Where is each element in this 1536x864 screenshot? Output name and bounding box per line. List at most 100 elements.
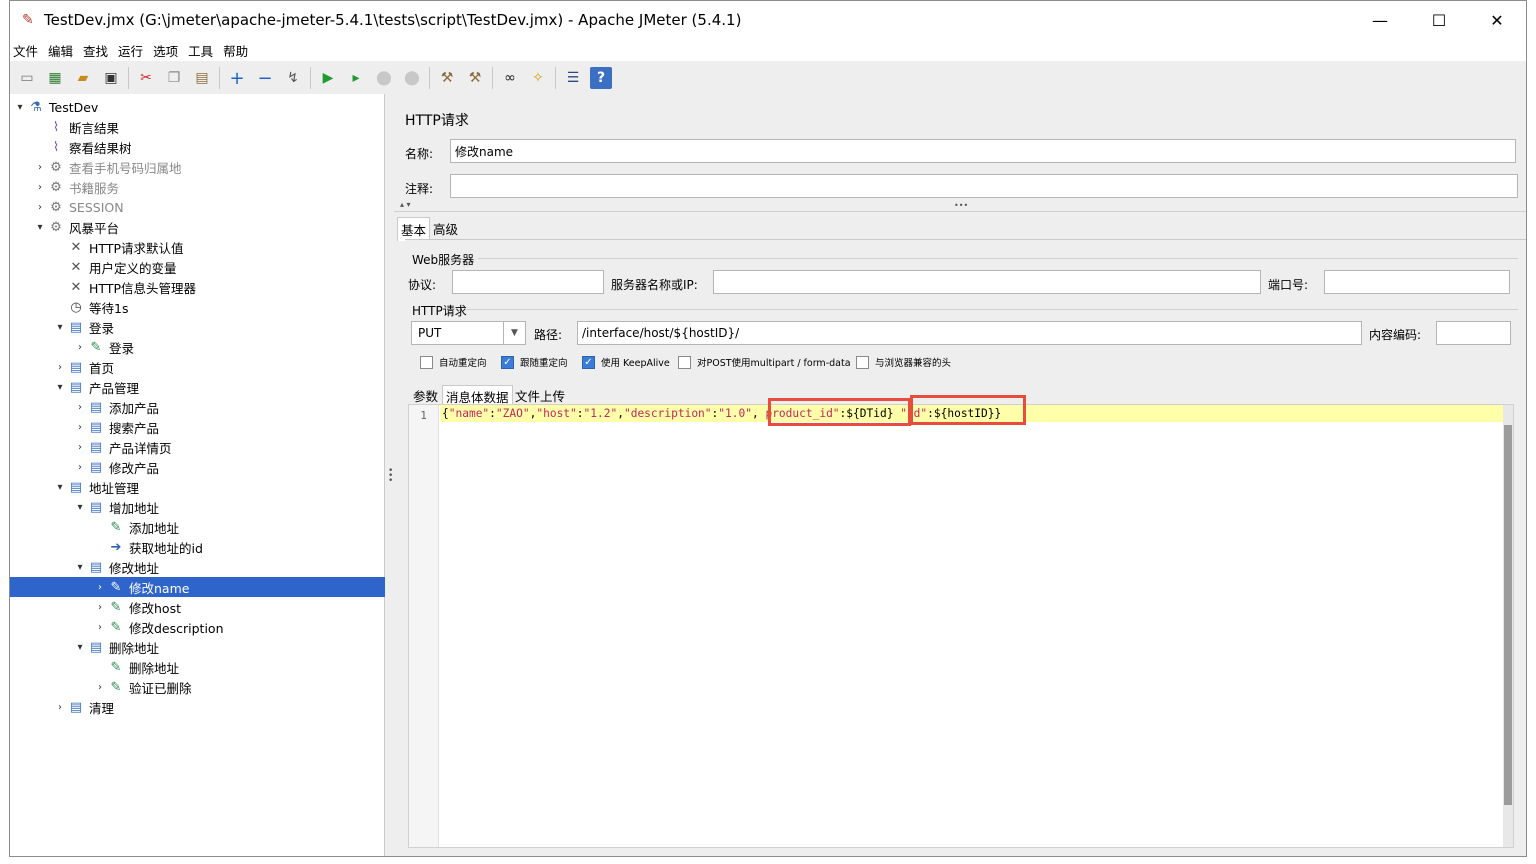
name-field[interactable]: 修改name [450, 139, 1516, 163]
tree-node[interactable]: ✕ HTTP信息头管理器 [10, 277, 385, 297]
tree-node[interactable]: › ▤ 首页 [10, 357, 385, 377]
tree-node[interactable]: › ▤ 清理 [10, 697, 385, 717]
panel-grip-icon[interactable]: ••• [954, 201, 968, 210]
tree-node[interactable]: › ⚙ 书籍服务 [10, 177, 385, 197]
collapse-icon[interactable]: − [254, 67, 276, 89]
reset-search-icon[interactable]: ✧ [527, 67, 549, 89]
tree-node[interactable]: › ⚙ SESSION [10, 197, 385, 217]
maximize-button[interactable]: ☐ [1410, 1, 1468, 39]
copy-icon[interactable]: ❐ [163, 67, 185, 89]
save-icon[interactable]: ▣ [100, 67, 122, 89]
collapse-toggle-icon[interactable]: ▾ [53, 322, 67, 333]
collapse-toggle-icon[interactable]: ▾ [73, 502, 87, 513]
menu-options[interactable]: 选项 [153, 41, 178, 60]
method-select[interactable]: PUT ▼ [411, 321, 526, 345]
tree-node[interactable]: › ▤ 添加产品 [10, 397, 385, 417]
scrollbar-thumb[interactable] [1504, 425, 1512, 805]
expand-toggle-icon[interactable]: › [73, 402, 87, 413]
checkbox-keepalive[interactable]: ✓ 使用 KeepAlive [582, 355, 670, 369]
start-icon[interactable]: ▶ [317, 67, 339, 89]
checkbox-browser-headers[interactable]: 与浏览器兼容的头 [856, 355, 951, 369]
stop-icon[interactable]: ⬤ [373, 67, 395, 89]
search-icon[interactable]: ∞ [499, 67, 521, 89]
start-no-pause-icon[interactable]: ▸ [345, 67, 367, 89]
tree-node[interactable]: ▾ ⚗ TestDev [10, 97, 385, 117]
tab-parameters[interactable]: 参数 [410, 385, 441, 406]
tree-node[interactable]: ✕ 用户定义的变量 [10, 257, 385, 277]
tab-file-upload[interactable]: 文件上传 [512, 385, 568, 406]
port-field[interactable] [1324, 270, 1510, 294]
collapse-arrows[interactable]: ▴ ▾ [400, 200, 411, 209]
function-helper-icon[interactable]: ☰ [562, 67, 584, 89]
checkbox-multipart[interactable]: 对POST使用multipart / form-data [678, 355, 851, 369]
checkbox-follow-redirect[interactable]: ✓ 跟随重定向 [501, 355, 568, 369]
tree-node[interactable]: › ✎ 登录 [10, 337, 385, 357]
expand-toggle-icon[interactable]: › [53, 702, 67, 713]
tree-node[interactable]: ▾ ▤ 地址管理 [10, 477, 385, 497]
tree-node[interactable]: ▾ ▤ 修改地址 [10, 557, 385, 577]
minimize-button[interactable]: — [1351, 1, 1409, 39]
check-icon[interactable]: ✓ [582, 355, 595, 369]
close-button[interactable]: ✕ [1468, 1, 1526, 39]
encoding-field[interactable] [1436, 321, 1511, 345]
tree-node[interactable]: ✕ HTTP请求默认值 [10, 237, 385, 257]
tree-node[interactable]: › ✎ 修改name [10, 577, 385, 597]
expand-toggle-icon[interactable]: › [73, 422, 87, 433]
expand-toggle-icon[interactable]: › [93, 622, 107, 633]
tree-node[interactable]: › ▤ 产品详情页 [10, 437, 385, 457]
open-icon[interactable]: ▰ [72, 67, 94, 89]
tree-node[interactable]: › ✎ 修改host [10, 597, 385, 617]
menu-help[interactable]: 帮助 [223, 41, 248, 60]
clear-all-icon[interactable]: ⚒ [464, 67, 486, 89]
server-field[interactable] [713, 270, 1261, 294]
tree-node[interactable]: › ▤ 修改产品 [10, 457, 385, 477]
collapse-toggle-icon[interactable]: ▾ [33, 222, 47, 233]
menu-search[interactable]: 查找 [83, 41, 108, 60]
checkbox-box[interactable] [678, 355, 691, 369]
expand-toggle-icon[interactable]: › [93, 582, 107, 593]
cut-icon[interactable]: ✂ [135, 67, 157, 89]
tree-node[interactable]: ⌇ 察看结果树 [10, 137, 385, 157]
chevron-down-icon[interactable]: ▼ [503, 322, 525, 344]
shutdown-icon[interactable]: ⬤ [401, 67, 423, 89]
help-icon[interactable]: ? [590, 67, 612, 89]
tree-node[interactable]: › ⚙ 查看手机号码归属地 [10, 157, 385, 177]
tree-node[interactable]: ▾ ▤ 增加地址 [10, 497, 385, 517]
collapse-toggle-icon[interactable]: ▾ [13, 102, 27, 113]
expand-toggle-icon[interactable]: › [93, 682, 107, 693]
check-icon[interactable]: ✓ [501, 355, 514, 369]
tree-node[interactable]: ✎ 添加地址 [10, 517, 385, 537]
checkbox-box[interactable] [420, 355, 433, 369]
tab-basic[interactable]: 基本 [397, 217, 431, 241]
expand-toggle-icon[interactable]: › [73, 442, 87, 453]
tree-node[interactable]: › ✎ 验证已删除 [10, 677, 385, 697]
checkbox-auto-redirect[interactable]: 自动重定向 [420, 355, 487, 369]
tree-node[interactable]: ⌇ 断言结果 [10, 117, 385, 137]
tree-node[interactable]: › ▤ 搜索产品 [10, 417, 385, 437]
tree-node[interactable]: ➔ 获取地址的id [10, 537, 385, 557]
tree-node[interactable]: › ✎ 修改description [10, 617, 385, 637]
body-code[interactable]: {"name":"ZAO","host":"1.2","description"… [442, 407, 1001, 420]
expand-toggle-icon[interactable]: › [73, 462, 87, 473]
tree-node[interactable]: ▾ ⚙ 风暴平台 [10, 217, 385, 237]
toggle-icon[interactable]: ↯ [282, 67, 304, 89]
tree-node[interactable]: ▾ ▤ 登录 [10, 317, 385, 337]
menu-file[interactable]: 文件 [13, 41, 38, 60]
comment-field[interactable] [450, 174, 1518, 198]
tree-node[interactable]: ✎ 删除地址 [10, 657, 385, 677]
expand-toggle-icon[interactable]: › [33, 182, 47, 193]
menu-run[interactable]: 运行 [118, 41, 143, 60]
collapse-toggle-icon[interactable]: ▾ [73, 642, 87, 653]
collapse-toggle-icon[interactable]: ▾ [53, 382, 67, 393]
expand-toggle-icon[interactable]: › [93, 602, 107, 613]
menu-edit[interactable]: 编辑 [48, 41, 73, 60]
editor-scrollbar[interactable] [1503, 405, 1513, 847]
tree-node[interactable]: ▾ ▤ 删除地址 [10, 637, 385, 657]
expand-toggle-icon[interactable]: › [33, 202, 47, 213]
tab-advanced[interactable]: 高级 [430, 217, 461, 240]
path-field[interactable]: /interface/host/${hostID}/ [577, 321, 1362, 345]
collapse-toggle-icon[interactable]: ▾ [73, 562, 87, 573]
templates-icon[interactable]: ▦ [44, 67, 66, 89]
body-data-editor[interactable]: 1 {"name":"ZAO","host":"1.2","descriptio… [408, 395, 1514, 848]
expand-toggle-icon[interactable]: › [33, 162, 47, 173]
